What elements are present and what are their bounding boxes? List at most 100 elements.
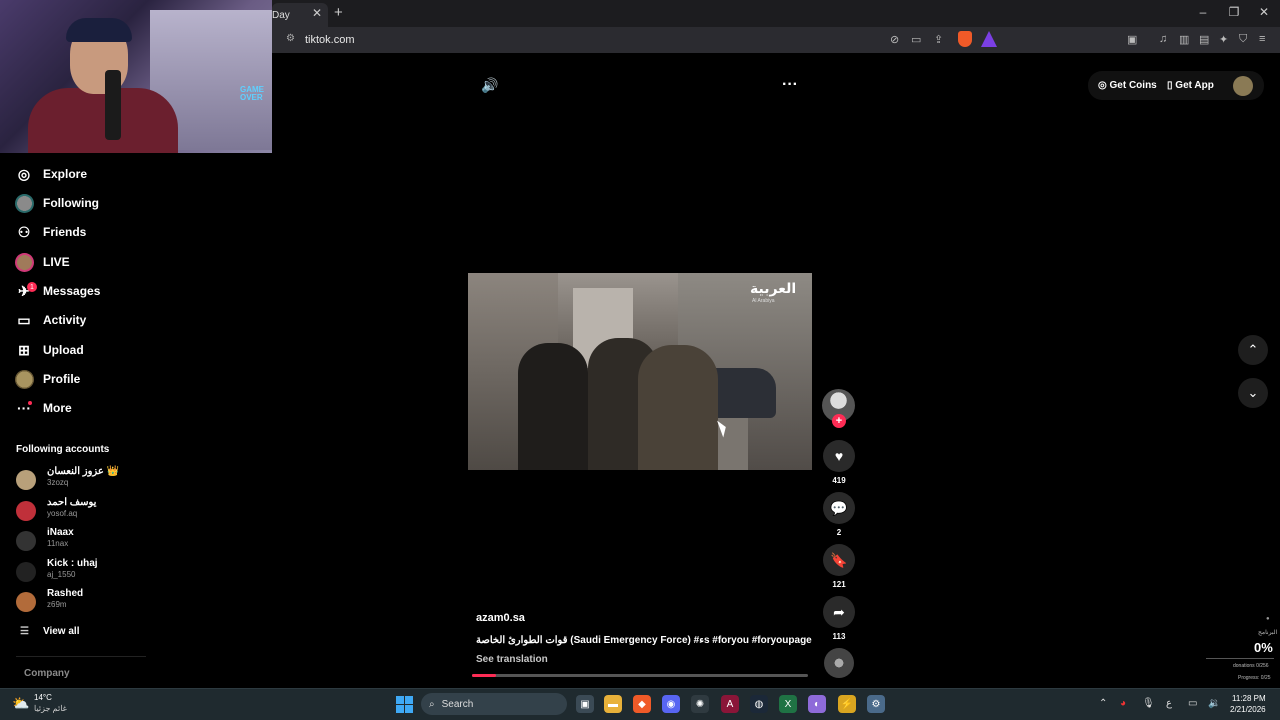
brave-icon[interactable]: ◆ xyxy=(633,695,651,713)
tab-close-icon[interactable]: ✕ xyxy=(312,6,322,20)
music-icon[interactable]: ♫ xyxy=(1159,33,1167,45)
more-options-icon[interactable]: ··· xyxy=(782,76,798,94)
sidebar-item-explore[interactable]: ◎ Explore xyxy=(14,162,144,186)
account-handle: z69m xyxy=(47,600,67,609)
start-button[interactable] xyxy=(396,696,413,713)
company-link[interactable]: Company xyxy=(24,668,70,679)
following-account[interactable]: عزوز النعسان 👑 3zozq xyxy=(16,466,156,494)
sidebar-item-label: Following xyxy=(43,196,99,210)
windows-logo-icon xyxy=(405,696,413,704)
webcam-person-cap xyxy=(66,18,132,42)
leo-ai-icon[interactable]: ✦ xyxy=(1219,33,1228,46)
video-player[interactable]: العربية Al Arabiya xyxy=(468,273,812,470)
sidebar-item-live[interactable]: LIVE xyxy=(14,250,144,274)
video-progress-track[interactable] xyxy=(472,674,808,677)
get-coins-label: Get Coins xyxy=(1109,80,1157,91)
following-account[interactable]: iNaax 11nax xyxy=(16,527,156,555)
following-accounts-heading: Following accounts xyxy=(16,444,110,455)
network-icon[interactable]: ▭ xyxy=(1188,698,1197,709)
sound-disc[interactable] xyxy=(824,648,854,678)
sidebar-item-following[interactable]: Following xyxy=(14,191,144,215)
sidebar-item-upload[interactable]: ⊞ Upload xyxy=(14,338,144,362)
weather-icon[interactable]: ⛅ xyxy=(12,695,29,712)
speaker-icon[interactable]: 🔉 xyxy=(1208,698,1220,709)
brave-shield-icon[interactable] xyxy=(958,31,972,47)
vpn-icon[interactable]: ⛉ xyxy=(1239,33,1247,46)
sidebar-item-friends[interactable]: ⚇ Friends xyxy=(14,220,144,244)
following-account[interactable]: يوسف احمد yosof.aq xyxy=(16,497,156,525)
minimize-button[interactable]: – xyxy=(1195,5,1211,19)
sidebar-item-profile[interactable]: Profile xyxy=(14,367,144,391)
no-ads-icon[interactable]: ⊘ xyxy=(890,33,899,46)
previous-video-button[interactable]: ⌃ xyxy=(1238,335,1268,365)
comment-count: 2 xyxy=(836,528,842,537)
user-avatar[interactable] xyxy=(1233,76,1253,96)
browser-tab[interactable]: Day ✕ xyxy=(272,3,328,27)
video-progress-fill xyxy=(472,674,496,677)
task-view-icon[interactable]: ▣ xyxy=(576,695,594,713)
discord-icon[interactable]: ◉ xyxy=(662,695,680,713)
creator-name[interactable]: azam0.sa xyxy=(476,612,525,624)
app-purple-icon[interactable]: ◐ xyxy=(808,695,826,713)
url-field[interactable]: tiktok.com xyxy=(305,34,355,46)
sidebar-toggle-icon[interactable]: ▥ xyxy=(1179,33,1189,46)
like-count: 419 xyxy=(832,476,846,485)
microphone-icon[interactable]: 🎙 xyxy=(1142,698,1155,709)
get-app-button[interactable]: ▯ Get App xyxy=(1167,80,1214,91)
see-translation-link[interactable]: See translation xyxy=(476,654,548,665)
chatgpt-icon[interactable]: ✺ xyxy=(691,695,709,713)
following-account[interactable]: Kick : uhaj aj_1550 xyxy=(16,558,156,586)
clock-date[interactable]: 2/21/2026 xyxy=(1230,705,1266,714)
avatar xyxy=(16,501,36,521)
excel-icon[interactable]: X xyxy=(779,695,797,713)
sidebar-item-label: Activity xyxy=(43,313,87,327)
get-coins-button[interactable]: ◎ Get Coins xyxy=(1098,80,1157,91)
file-explorer-icon[interactable]: ▬ xyxy=(604,695,622,713)
share-page-icon[interactable]: ⇪ xyxy=(934,33,943,46)
tray-app-icon[interactable]: ◕ xyxy=(1120,698,1126,709)
bookmark-button[interactable]: 🔖 xyxy=(823,544,855,576)
sidebar-item-activity[interactable]: ▭ Activity xyxy=(14,308,144,332)
view-all-link[interactable]: ☰ View all xyxy=(20,626,79,637)
list-icon: ☰ xyxy=(20,626,29,637)
cast-icon[interactable]: ▭ xyxy=(911,33,921,46)
affinity-icon[interactable]: A xyxy=(721,695,739,713)
webcam-microphone xyxy=(105,70,121,140)
keyboard-language[interactable]: ع xyxy=(1166,698,1172,709)
windows-logo-icon xyxy=(405,705,413,713)
screenshot-icon[interactable]: ▣ xyxy=(1127,33,1137,46)
sidebar-item-more[interactable]: ··· More xyxy=(14,396,144,420)
sidebar-item-label: Explore xyxy=(43,167,88,181)
share-button[interactable]: ➦ xyxy=(823,596,855,628)
restore-button[interactable]: ❐ xyxy=(1226,5,1242,19)
live-avatar-icon xyxy=(14,252,34,272)
comment-button[interactable]: 💬 xyxy=(823,492,855,524)
account-handle: 3zozq xyxy=(47,478,69,487)
tray-overflow-icon[interactable]: ⌃ xyxy=(1099,698,1107,709)
account-name: Kick : uhaj xyxy=(47,558,98,569)
next-video-button[interactable]: ⌄ xyxy=(1238,378,1268,408)
tab-title: Day xyxy=(272,9,290,21)
taskbar-search[interactable]: ⌕ Search xyxy=(421,693,567,715)
volume-icon[interactable]: 🔊 xyxy=(481,77,498,94)
donation-count: donations 0/256 xyxy=(1233,663,1269,669)
like-button[interactable]: ♥ xyxy=(823,440,855,472)
site-settings-icon[interactable]: ⚙ xyxy=(286,33,295,44)
following-account[interactable]: Rashed z69m xyxy=(16,588,156,616)
profile-avatar-icon xyxy=(14,369,34,389)
windows-logo-icon xyxy=(396,705,404,713)
sidebar-item-label: Upload xyxy=(43,343,84,357)
settings-icon[interactable]: ⚙ xyxy=(867,695,885,713)
new-tab-button[interactable]: + xyxy=(334,4,343,21)
menu-icon[interactable]: ≡ xyxy=(1259,33,1265,45)
wallet-icon[interactable]: ▤ xyxy=(1199,33,1209,46)
close-window-button[interactable]: ✕ xyxy=(1256,5,1272,19)
weather-temperature[interactable]: 14°C xyxy=(34,693,52,702)
weather-description[interactable]: غائم جزئيا xyxy=(34,704,67,713)
bookmark-icon: 🔖 xyxy=(830,551,848,568)
comment-icon: 💬 xyxy=(830,499,848,516)
app-yellow-icon[interactable]: ⚡ xyxy=(838,695,856,713)
follow-button[interactable]: + xyxy=(832,414,846,428)
clock-time[interactable]: 11:28 PM xyxy=(1232,694,1266,703)
steam-icon[interactable]: ◍ xyxy=(750,695,768,713)
